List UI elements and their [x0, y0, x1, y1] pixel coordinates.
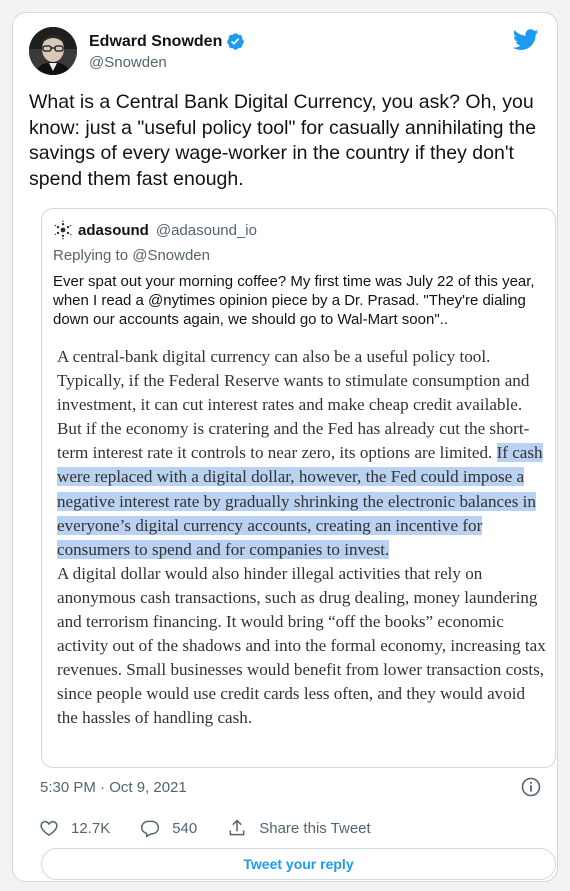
share-icon [229, 819, 245, 836]
heart-icon [40, 820, 58, 836]
article-screenshot: A central-bank digital currency can also… [57, 345, 547, 731]
tweet-your-reply-button[interactable]: Tweet your reply [41, 848, 556, 880]
tweet-timestamp[interactable]: 5:30 PM · Oct 9, 2021 [40, 779, 187, 796]
author-handle[interactable]: @Snowden [89, 54, 167, 71]
verified-badge-icon [226, 32, 245, 51]
share-button[interactable]: Share this Tweet [227, 818, 371, 838]
share-label: Share this Tweet [259, 819, 371, 837]
replying-to-mention[interactable]: @Snowden [132, 247, 210, 264]
article-text: A central-bank digital currency can also… [57, 347, 530, 463]
author-name[interactable]: Edward Snowden [89, 33, 222, 51]
like-button[interactable]: 12.7K [39, 818, 110, 838]
tweet-text: What is a Central Bank Digital Currency,… [29, 91, 537, 190]
quoted-tweet[interactable]: adasound @adasound_io Replying to @Snowd… [41, 208, 556, 768]
reply-count: 540 [172, 819, 198, 837]
tweet-header: Edward Snowden @Snowden [29, 27, 541, 79]
tweet-card: Edward Snowden @Snowden What is a Centra… [12, 12, 558, 882]
replying-to-prefix: Replying to [53, 247, 133, 264]
quote-author-handle[interactable]: @adasound_io [156, 222, 257, 239]
quote-author-name[interactable]: adasound [78, 222, 149, 239]
twitter-bird-icon[interactable] [512, 29, 539, 51]
reply-bubble-icon [141, 820, 160, 838]
action-bar: 12.7K 540 Share this Tweet [39, 817, 401, 839]
author-avatar[interactable] [29, 27, 77, 75]
info-icon[interactable] [521, 777, 541, 797]
quote-avatar-icon[interactable] [53, 220, 73, 240]
replying-to: Replying to @Snowden [53, 247, 210, 264]
like-count: 12.7K [71, 819, 111, 837]
article-paragraph-2: A digital dollar would also hinder illeg… [57, 563, 546, 728]
article-paragraph-1: A central-bank digital currency can also… [57, 345, 547, 562]
reply-button[interactable]: 540 [140, 818, 197, 838]
quote-text: Ever spat out your morning coffee? My fi… [53, 273, 535, 328]
